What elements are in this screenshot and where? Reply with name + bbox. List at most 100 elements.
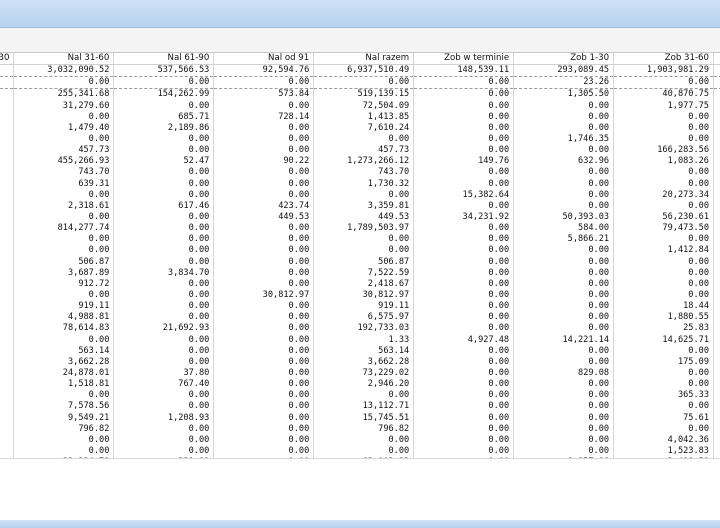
table-cell[interactable]: 617.46	[113, 200, 215, 212]
table-row[interactable]: 0.000.000.000.000.000.001,523.830.00	[0, 445, 720, 458]
table-cell[interactable]: 449.53	[213, 211, 315, 224]
table-cell[interactable]: 0.00	[113, 345, 215, 357]
table-cell[interactable]: 0.00	[613, 200, 714, 212]
table-cell[interactable]: 912.72	[13, 278, 115, 290]
table-cell[interactable]: 0.00	[513, 278, 615, 290]
table-cell[interactable]: 0.00	[113, 145, 215, 157]
table-cell[interactable]: 37.80	[113, 367, 215, 380]
table-row[interactable]: 3,687.89 3,834.70 0.00 7,522.59 0.00 0.00 0.00…	[0, 267, 720, 279]
table-cell[interactable]: 3,662.28	[13, 356, 115, 368]
table-cell[interactable]: 72,504.09	[313, 100, 415, 112]
table-row[interactable]: 639.310.000.001,730.320.000.000.000.00	[0, 178, 720, 190]
table-cell[interactable]: 0.00	[513, 200, 615, 212]
table-cell[interactable]: 0.00	[713, 234, 720, 246]
table-cell[interactable]: 0.00	[513, 412, 615, 424]
table-cell[interactable]: 743.70	[313, 167, 415, 179]
column-header[interactable]: Zob 31-60	[613, 53, 714, 66]
table-cell[interactable]: 0.00	[213, 434, 315, 446]
table-row[interactable]: 455,266.93 52.47 90.22 1,273,266.12 149.76 63…	[0, 156, 720, 168]
table-cell[interactable]: 75.61	[613, 412, 714, 424]
table-cell[interactable]: 0.00	[713, 312, 720, 324]
table-cell[interactable]: 0.00	[213, 379, 315, 391]
table-cell[interactable]: 7,610.24	[313, 122, 415, 134]
table-cell[interactable]: 0.00	[213, 267, 315, 279]
table-cell[interactable]: 0.00	[413, 223, 515, 235]
table-cell[interactable]: 0.00	[213, 367, 315, 380]
table-cell[interactable]: 0.00	[413, 267, 515, 279]
table-cell[interactable]: 0.00	[13, 111, 115, 123]
table-cell[interactable]: 615.00	[713, 401, 720, 413]
table-cell[interactable]: 0.00	[313, 234, 415, 246]
table-cell[interactable]: 743.70	[13, 167, 115, 179]
table-cell[interactable]: 0.00	[713, 76, 720, 90]
table-row[interactable]: 3,662.280.000.003,662.280.000.00175.090.…	[0, 356, 720, 368]
table-cell[interactable]: 0.00	[413, 245, 515, 257]
table-cell[interactable]: 0.00	[213, 390, 315, 402]
table-cell[interactable]: 563.14	[13, 345, 115, 357]
table-cell[interactable]: 0.00	[213, 356, 315, 368]
table-cell[interactable]: 0.00	[313, 434, 415, 446]
table-cell[interactable]: 0.00	[613, 345, 714, 357]
column-header[interactable]: Nal od 91	[213, 53, 315, 66]
table-cell[interactable]: 0.00	[413, 167, 515, 179]
table-cell[interactable]: 0.00	[713, 178, 720, 190]
table-cell[interactable]: 2,189.86	[113, 122, 215, 134]
table-cell[interactable]: 0.00	[413, 401, 515, 413]
table-row[interactable]: 4,988.81 0.00 0.00 6,575.97 0.00 0.00 1,880.55…	[0, 312, 720, 324]
table-cell[interactable]: 1,518.81	[13, 379, 115, 391]
table-cell[interactable]: 0.00	[713, 223, 720, 235]
table-cell[interactable]: 0.00	[713, 434, 720, 446]
table-cell[interactable]	[0, 211, 15, 224]
table-cell[interactable]: 0.00	[413, 278, 515, 290]
table-cell[interactable]: 455,266.93	[13, 156, 115, 168]
table-cell[interactable]: 0.00	[113, 256, 215, 268]
table-cell[interactable]: 0.00	[213, 312, 315, 324]
table-cell[interactable]: 0.00	[313, 76, 415, 90]
table-cell[interactable]: 18.44	[613, 301, 714, 313]
table-cell[interactable]: 0.00	[713, 267, 720, 279]
column-header[interactable]: Nal razem	[313, 53, 415, 66]
table-cell[interactable]	[0, 111, 15, 123]
table-cell[interactable]: 0.00	[413, 412, 515, 424]
table-cell[interactable]: 0.00	[513, 345, 615, 357]
table-cell[interactable]: 2,318.61	[13, 200, 115, 212]
table-cell[interactable]: 73,229.02	[313, 367, 415, 380]
table-cell[interactable]: 0.00	[713, 189, 720, 201]
table-cell[interactable]	[0, 412, 15, 424]
table-cell[interactable]: 0.00	[213, 423, 315, 435]
table-cell[interactable]: 728.14	[213, 111, 315, 123]
table-cell[interactable]: 1,208.93	[113, 412, 215, 424]
table-cell[interactable]: 0.00	[113, 301, 215, 313]
table-cell[interactable]: 0.00	[513, 189, 615, 201]
table-cell[interactable]: 1,083.26	[613, 156, 714, 168]
table-cell[interactable]: 0.00	[713, 412, 720, 424]
table-cell[interactable]: 0.00	[413, 301, 515, 313]
table-cell[interactable]: 1,789,503.97	[313, 223, 415, 235]
column-header[interactable]: Zob 1-30	[513, 53, 615, 66]
table-row[interactable]: 78,614.83 21,692.93 0.00 192,733.03 0.00 0.00…	[0, 323, 720, 335]
table-cell[interactable]: 1.33	[313, 334, 415, 346]
table-cell[interactable]: 0.00	[213, 122, 315, 134]
table-cell[interactable]	[0, 76, 15, 90]
table-cell[interactable]: 0.00	[713, 445, 720, 458]
table-cell[interactable]: 0.00	[13, 245, 115, 257]
table-cell[interactable]: 1,412.84	[613, 245, 714, 257]
table-cell[interactable]: 255,341.68	[13, 88, 115, 101]
table-cell[interactable]: 0.00	[413, 423, 515, 435]
table-cell[interactable]: 0.00	[513, 122, 615, 134]
table-cell[interactable]: 25.83	[613, 323, 714, 335]
table-cell[interactable]: 0.00	[413, 122, 515, 134]
table-row[interactable]: 0.000.000.000.000.0023.260.000.00	[0, 76, 720, 90]
table-cell[interactable]: 0.00	[13, 189, 115, 201]
table-cell[interactable]: 31,279.60	[13, 100, 115, 112]
table-cell[interactable]: 0.00	[713, 100, 720, 112]
table-cell[interactable]: 5,866.21	[513, 234, 615, 246]
table-cell[interactable]: 0.00	[213, 401, 315, 413]
table-cell[interactable]: 0.00	[13, 445, 115, 458]
table-cell[interactable]: 0.00	[13, 211, 115, 224]
table-cell[interactable]: 584.00	[513, 223, 615, 235]
table-row[interactable]: 919.110.000.00919.110.000.0018.440.00	[0, 301, 720, 313]
table-cell[interactable]: 0.00	[513, 379, 615, 391]
table-row[interactable]: 743.700.000.00743.700.000.000.000.00	[0, 167, 720, 179]
table-cell[interactable]: 1,730.32	[313, 178, 415, 190]
